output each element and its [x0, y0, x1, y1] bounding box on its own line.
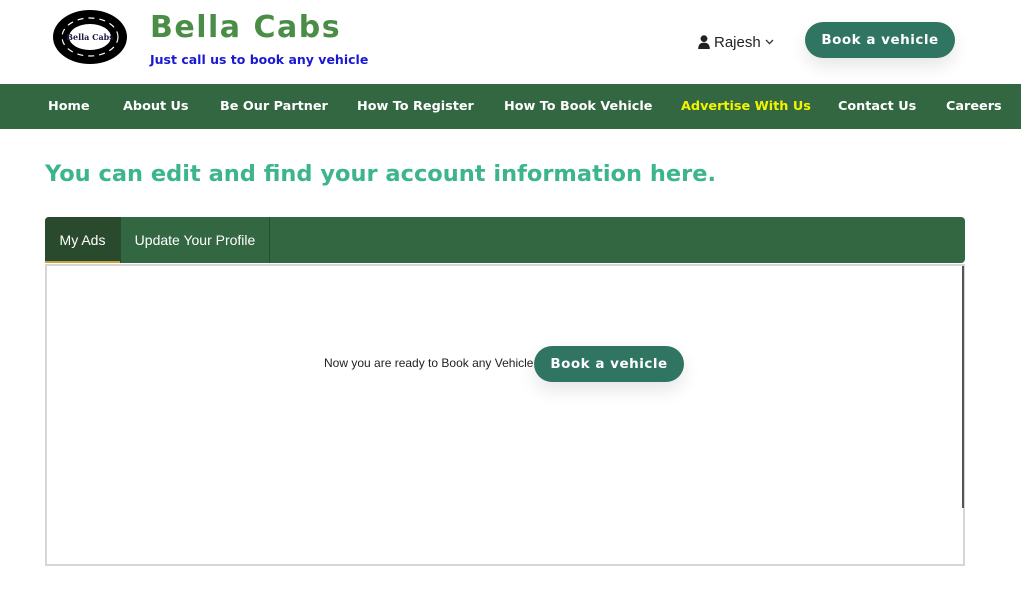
nav-how-to-register[interactable]: How To Register	[357, 84, 474, 129]
user-icon	[698, 35, 710, 49]
nav-home[interactable]: Home	[48, 84, 90, 129]
account-tabs: My Ads Update Your Profile	[45, 217, 965, 263]
tab-my-ads[interactable]: My Ads	[45, 217, 120, 263]
tab-update-profile[interactable]: Update Your Profile	[120, 217, 270, 263]
panel-book-vehicle-button[interactable]: Book a vehicle	[534, 346, 684, 382]
nav-careers[interactable]: Careers	[946, 84, 1002, 129]
panel-scroll-edge	[962, 266, 964, 508]
main-nav: Home About Us Be Our Partner How To Regi…	[0, 84, 1021, 129]
logo-text: Bella Cabs	[66, 32, 114, 42]
nav-how-to-book-vehicle[interactable]: How To Book Vehicle	[504, 84, 652, 129]
tab-content-panel	[45, 264, 965, 566]
site-header: Bella Cabs Bella Cabs Just call us to bo…	[0, 0, 1021, 84]
user-menu[interactable]: Rajesh	[698, 32, 774, 52]
chevron-down-icon	[765, 39, 774, 45]
page-title: You can edit and find your account infor…	[45, 161, 717, 187]
nav-be-our-partner[interactable]: Be Our Partner	[220, 84, 328, 129]
nav-contact-us[interactable]: Contact Us	[838, 84, 916, 129]
book-vehicle-button[interactable]: Book a vehicle	[805, 22, 955, 58]
tire-logo-icon: Bella Cabs	[53, 10, 127, 64]
nav-about-us[interactable]: About Us	[123, 84, 189, 129]
logo[interactable]: Bella Cabs	[52, 9, 128, 65]
tagline: Just call us to book any vehicle	[150, 52, 369, 67]
ready-message: Now you are ready to Book any Vehicle	[324, 356, 534, 370]
brand-name[interactable]: Bella Cabs	[150, 10, 341, 45]
user-name: Rajesh	[714, 33, 761, 51]
nav-advertise-with-us[interactable]: Advertise With Us	[681, 84, 811, 129]
